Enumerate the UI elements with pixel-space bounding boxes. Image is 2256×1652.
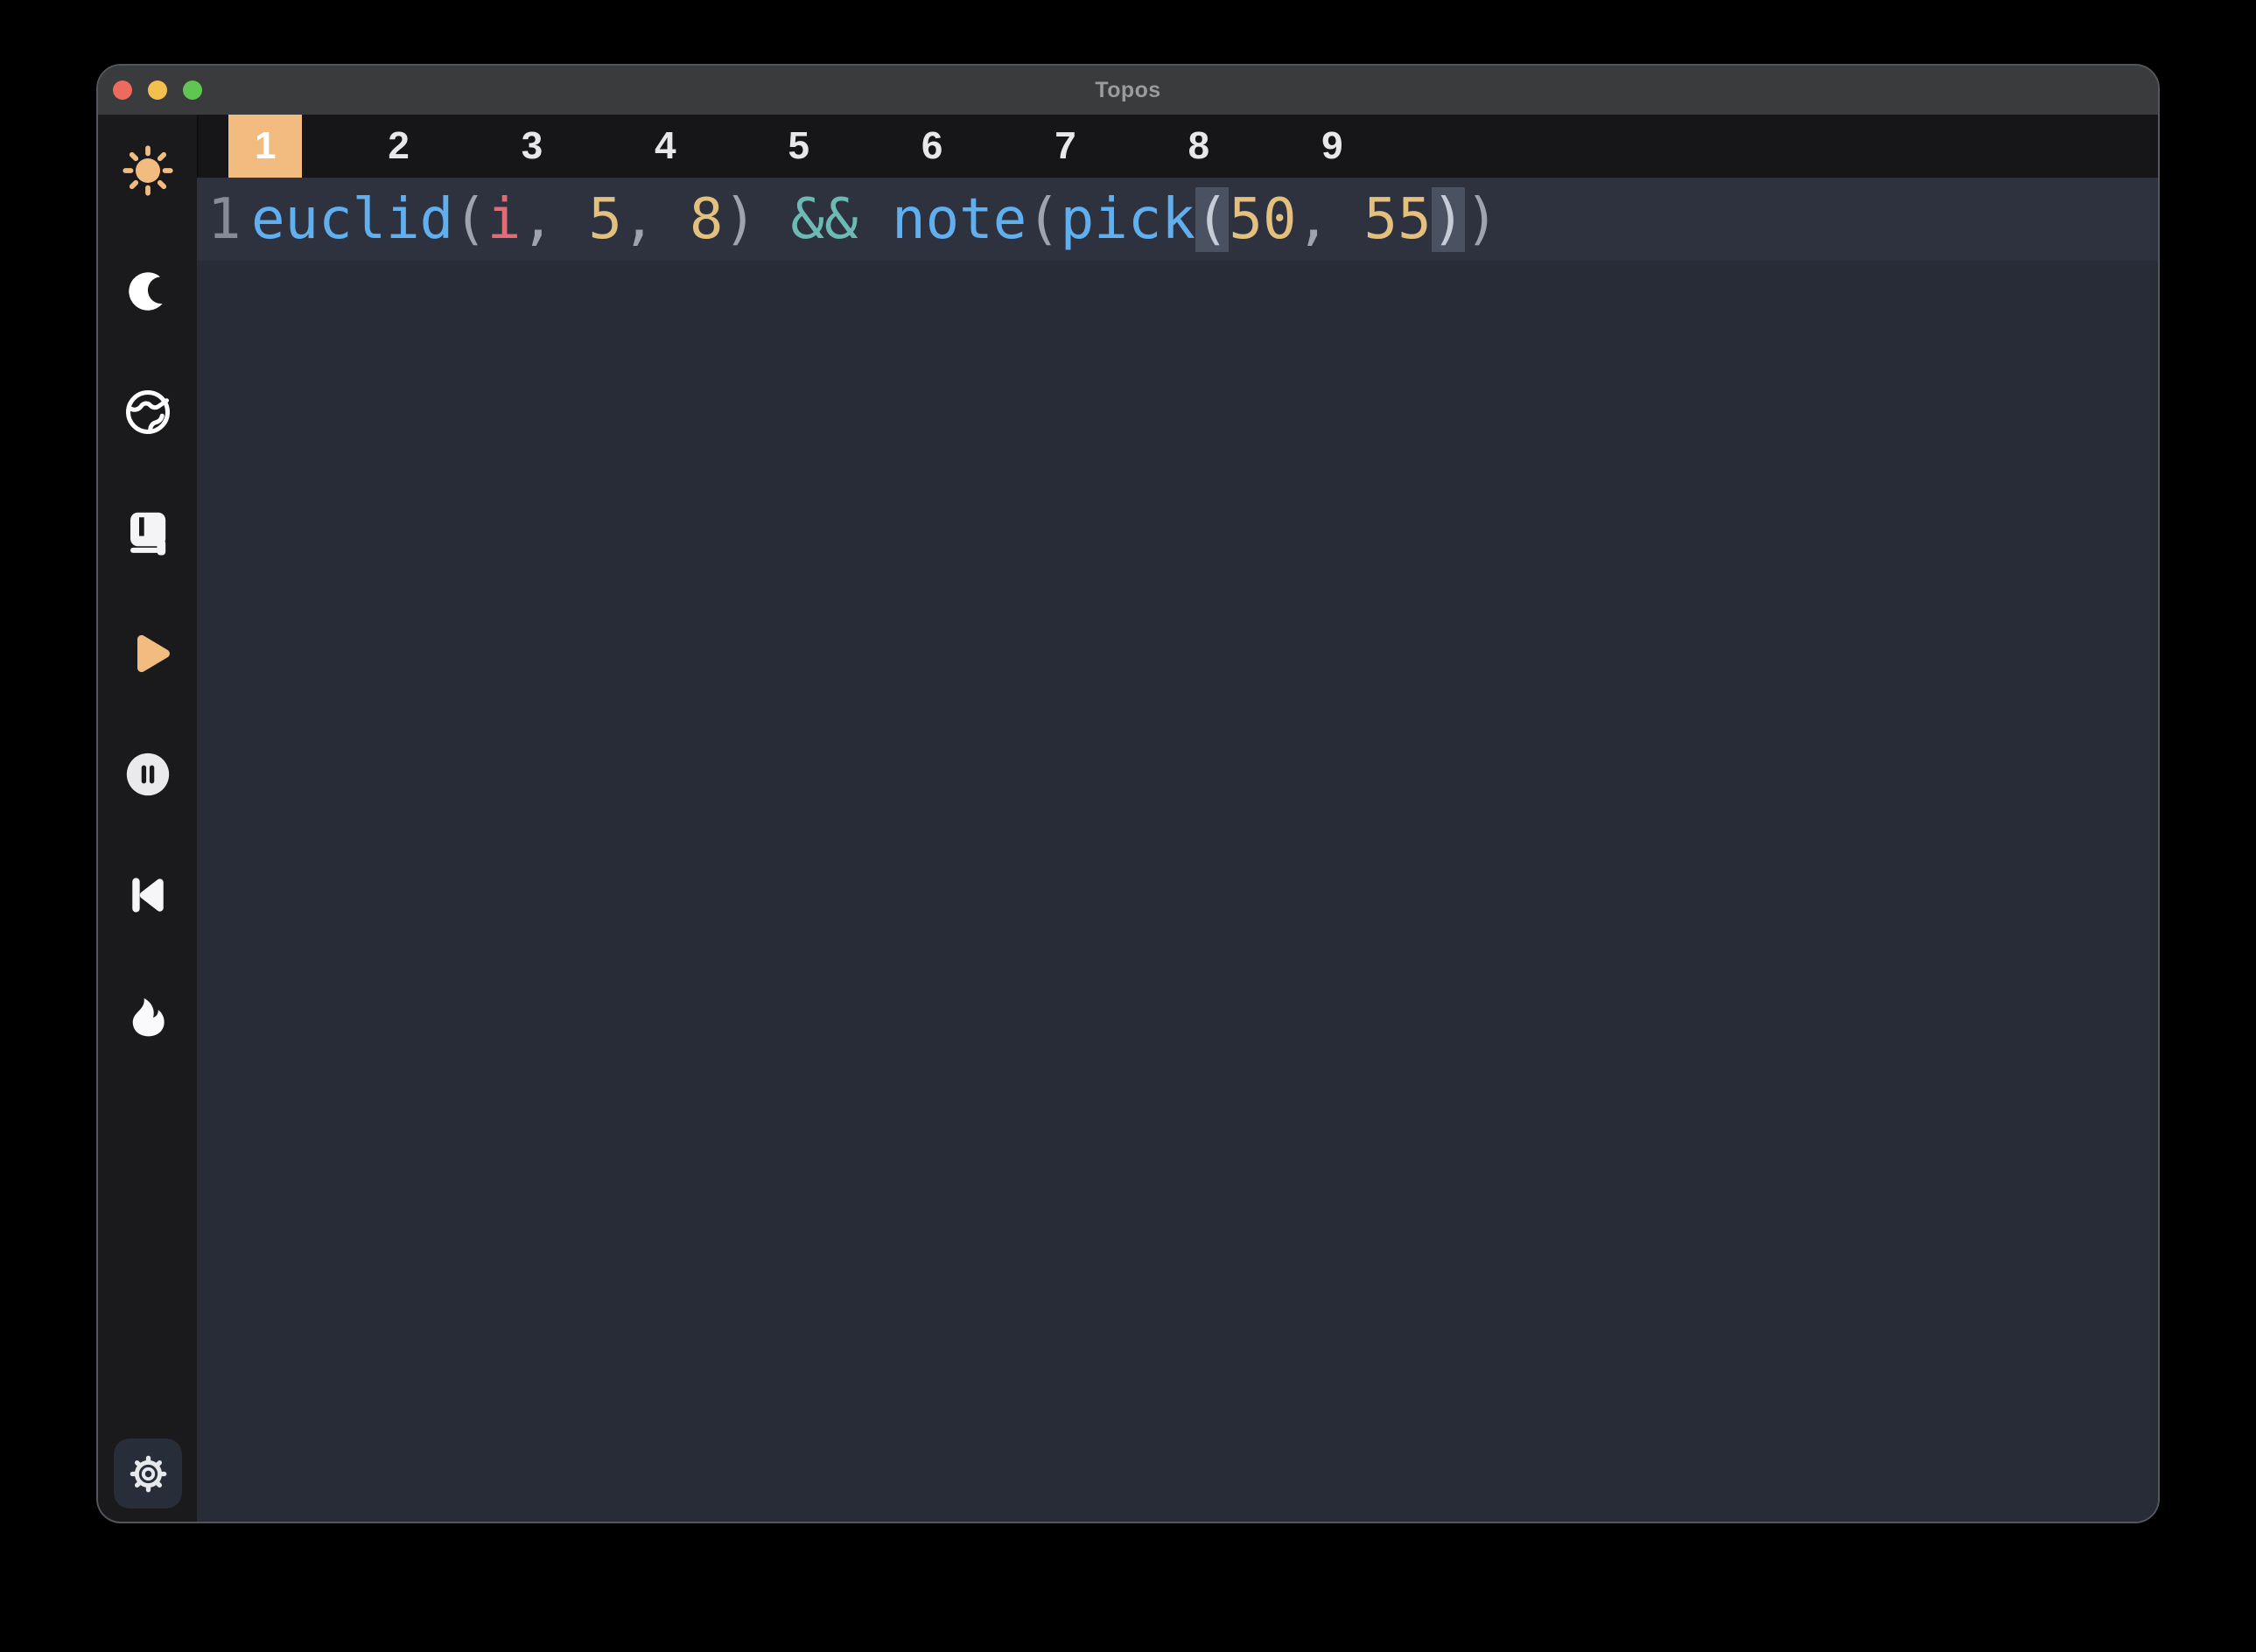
- code-token: &&: [791, 187, 858, 252]
- globe-button[interactable]: [122, 386, 174, 438]
- tab-3[interactable]: 3: [466, 115, 599, 178]
- globe-icon: [122, 385, 174, 439]
- flame-button[interactable]: [122, 990, 174, 1042]
- flame-icon: [123, 990, 172, 1042]
- code-token: pick: [1061, 187, 1195, 252]
- tab-label: 6: [895, 115, 969, 178]
- tab-label: 3: [495, 115, 569, 178]
- code-token: 5: [588, 187, 622, 252]
- pause-button[interactable]: [122, 748, 174, 801]
- sun-icon: [122, 144, 174, 198]
- docs-button[interactable]: [122, 507, 174, 559]
- scene-tabbar: 123456789: [197, 115, 2158, 178]
- code-editor[interactable]: 1 euclid(i, 5, 8) && note(pick(50, 55)): [197, 178, 2158, 1522]
- matched-bracket: ): [1432, 187, 1466, 252]
- tab-2[interactable]: 2: [332, 115, 465, 178]
- code-token: 55: [1364, 187, 1432, 252]
- tab-5[interactable]: 5: [732, 115, 865, 178]
- gear-icon: [128, 1453, 169, 1494]
- tab-1[interactable]: 1: [199, 115, 332, 178]
- window-body: 123456789 1 euclid(i, 5, 8) && note(pick…: [98, 115, 2158, 1522]
- code-token: (: [1026, 187, 1061, 252]
- code-token: (: [453, 187, 487, 252]
- code-token: 50: [1229, 187, 1296, 252]
- tab-8[interactable]: 8: [1132, 115, 1265, 178]
- code-token: ): [723, 187, 757, 252]
- tab-label: 1: [228, 115, 302, 178]
- code-token: note: [892, 187, 1026, 252]
- code-content: euclid(i, 5, 8) && note(pick(50, 55)): [251, 187, 1499, 252]
- tab-label: 7: [1029, 115, 1103, 178]
- skip-back-icon: [123, 869, 172, 921]
- tab-9[interactable]: 9: [1265, 115, 1398, 178]
- pause-circle-icon: [123, 749, 173, 800]
- code-token: euclid: [251, 187, 453, 252]
- code-token: 8: [690, 187, 724, 252]
- tab-4[interactable]: 4: [599, 115, 732, 178]
- desktop: Topos: [0, 0, 2256, 1652]
- moon-icon: [123, 266, 173, 317]
- code-line: 1 euclid(i, 5, 8) && note(pick(50, 55)): [197, 178, 2158, 261]
- traffic-lights: [113, 66, 202, 115]
- tab-label: 2: [362, 115, 436, 178]
- window-title: Topos: [98, 66, 2158, 115]
- line-number: 1: [197, 187, 251, 252]
- tab-7[interactable]: 7: [998, 115, 1132, 178]
- tab-label: 9: [1295, 115, 1369, 178]
- play-icon: [122, 626, 174, 681]
- rewind-button[interactable]: [122, 869, 174, 921]
- theme-dark-button[interactable]: [122, 265, 174, 318]
- matched-bracket: (: [1195, 187, 1230, 252]
- theme-light-button[interactable]: [122, 144, 174, 197]
- minimize-button[interactable]: [148, 80, 167, 100]
- tab-label: 8: [1162, 115, 1236, 178]
- sidebar: [98, 115, 197, 1522]
- app-window: Topos: [98, 66, 2158, 1522]
- sidebar-icons: [98, 115, 197, 1042]
- tab-label: 5: [762, 115, 836, 178]
- play-button[interactable]: [122, 627, 174, 680]
- code-token: [858, 187, 893, 252]
- tab-label: 4: [628, 115, 702, 178]
- titlebar[interactable]: Topos: [98, 66, 2158, 115]
- settings-button[interactable]: [114, 1438, 182, 1508]
- code-token: ,: [622, 187, 690, 252]
- zoom-button[interactable]: [183, 80, 202, 100]
- code-token: ): [1465, 187, 1499, 252]
- book-icon: [123, 508, 172, 558]
- tab-6[interactable]: 6: [865, 115, 998, 178]
- main-panel: 123456789 1 euclid(i, 5, 8) && note(pick…: [197, 115, 2158, 1522]
- code-token: [757, 187, 791, 252]
- code-token: ,: [1296, 187, 1363, 252]
- code-token: i: [487, 187, 522, 252]
- code-token: ,: [521, 187, 588, 252]
- close-button[interactable]: [113, 80, 132, 100]
